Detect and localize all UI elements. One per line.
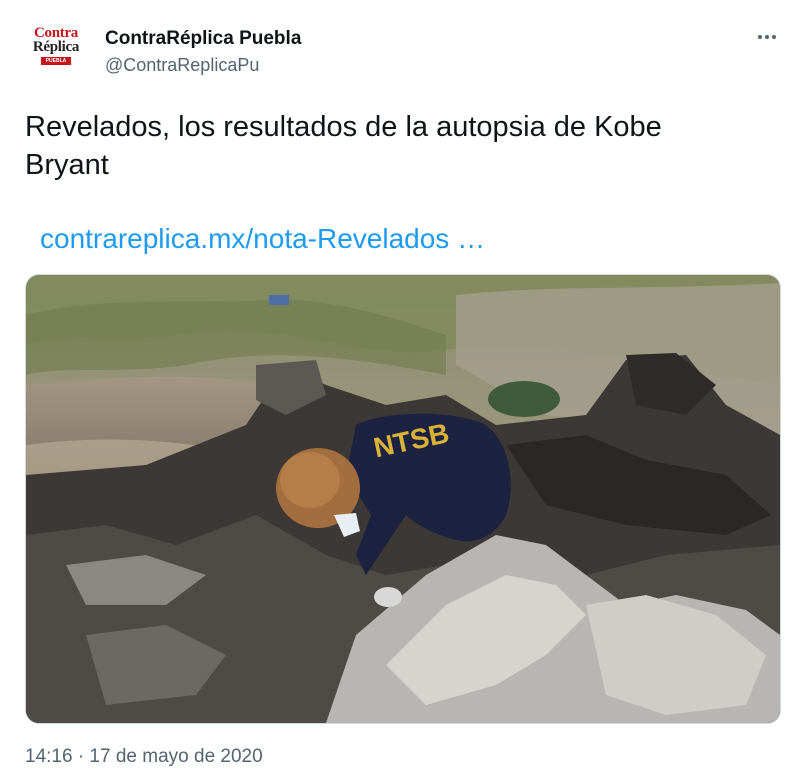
- logo-bar: PUEBLA: [41, 57, 71, 65]
- more-horizontal-icon: [758, 35, 762, 39]
- more-options-button[interactable]: [754, 24, 780, 50]
- avatar[interactable]: Contra Réplica PUEBLA: [24, 26, 88, 76]
- author-name[interactable]: ContraRéplica Puebla: [105, 27, 301, 50]
- author-handle[interactable]: @ContraReplicaPu: [105, 53, 301, 77]
- tweet-text: Revelados, los resultados de la autopsia…: [25, 111, 662, 181]
- more-horizontal-icon: [772, 35, 776, 39]
- more-horizontal-icon: [765, 35, 769, 39]
- logo-text-contra: Contra: [33, 25, 79, 41]
- tweet-photo[interactable]: NTSB: [25, 274, 781, 724]
- crash-site-photo: NTSB: [26, 275, 780, 723]
- author-block: ContraRéplica Puebla @ContraReplicaPu: [105, 27, 301, 77]
- tweet-link[interactable]: contrareplica.mx/nota-Revelados …: [40, 222, 485, 256]
- tweet-card: Contra Réplica PUEBLA ContraRéplica Pueb…: [0, 0, 800, 779]
- logo-text-replica: Réplica: [32, 39, 80, 55]
- tweet-timestamp[interactable]: 14:16 · 17 de mayo de 2020: [25, 745, 263, 769]
